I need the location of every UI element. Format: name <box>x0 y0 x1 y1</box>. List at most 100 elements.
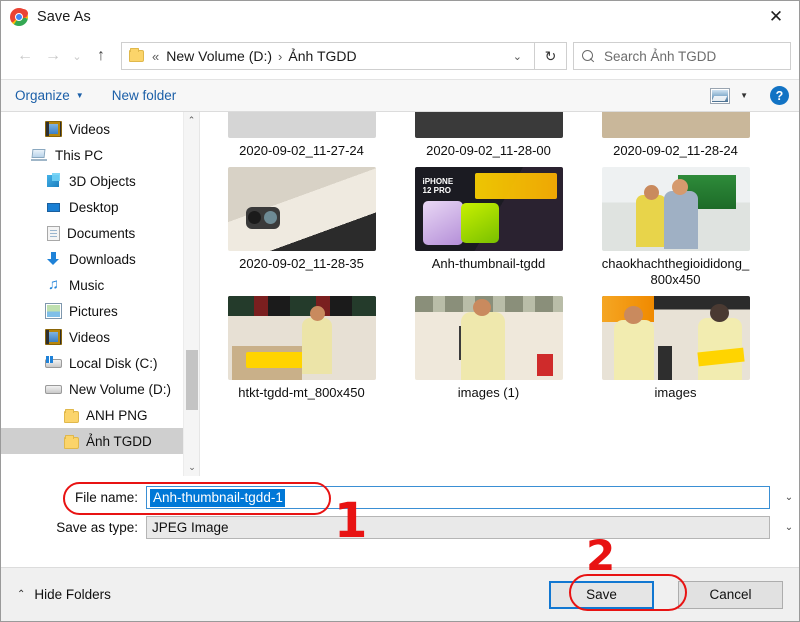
file-row: 2020-09-02_11-28-35 iPHONE 12 PRO Anh-thu… <box>208 167 795 288</box>
sidebar-item-label: ANH PNG <box>86 407 148 423</box>
view-chevron-down-icon[interactable]: ▼ <box>740 91 748 100</box>
scroll-up-icon[interactable]: ⌃ <box>184 112 199 129</box>
file-name-label: images <box>654 385 697 400</box>
search-box[interactable]: Search Ảnh TGDD <box>573 42 791 70</box>
sidebar-item-desktop[interactable]: Desktop <box>1 194 199 220</box>
sidebar-item-anh-png[interactable]: ANH PNG <box>1 402 199 428</box>
sidebar-item-label: Ảnh TGDD <box>86 433 152 449</box>
breadcrumb-overflow-icon[interactable]: « <box>152 49 159 64</box>
filename-input[interactable]: Anh-thumbnail-tgdd-1 <box>146 486 770 509</box>
videos-icon <box>45 329 62 345</box>
file-item[interactable]: images <box>582 296 769 401</box>
sidebar-item-local-disk-c[interactable]: Local Disk (C:) <box>1 350 199 376</box>
breadcrumb-dropdown-icon[interactable]: ⌄ <box>505 50 530 63</box>
file-item[interactable]: images (1) <box>395 296 582 401</box>
up-icon[interactable]: ↑ <box>87 42 115 70</box>
hide-folders-button[interactable]: ⌃ Hide Folders <box>17 587 111 602</box>
file-item[interactable]: htkt-tgdd-mt_800x450 <box>208 296 395 401</box>
save-as-dialog: Save As ✕ ← → ⌄ ↑ « New Volume (D:) › Ản… <box>0 0 800 622</box>
folder-icon <box>64 408 79 423</box>
folder-icon <box>129 48 144 62</box>
filetype-select[interactable]: JPEG Image <box>146 516 770 539</box>
breadcrumb-item-folder[interactable]: Ảnh TGDD <box>288 48 356 64</box>
sidebar-item-label: Music <box>69 277 105 293</box>
view-layout-icon[interactable] <box>710 87 731 104</box>
command-bar: Organize ▼ New folder ▼ ? <box>1 79 799 112</box>
organize-button[interactable]: Organize ▼ <box>15 88 84 103</box>
file-list-pane[interactable]: 2020-09-02_11-27-24 2020-09-02_11-28-00 … <box>200 112 799 476</box>
sidebar-item-label: Pictures <box>69 303 118 319</box>
file-row: htkt-tgdd-mt_800x450 images (1) images <box>208 296 795 401</box>
sidebar-item-music[interactable]: ♫ Music <box>1 272 199 298</box>
help-button[interactable]: ? <box>770 86 789 105</box>
sidebar-item-videos-top[interactable]: Videos <box>1 116 199 142</box>
back-icon[interactable]: ← <box>11 42 39 70</box>
file-name-label: 2020-09-02_11-28-35 <box>239 256 364 271</box>
sidebar-item-new-volume-d[interactable]: New Volume (D:) <box>1 376 199 402</box>
filetype-row: Save as type: JPEG Image ⌄ <box>1 516 799 539</box>
sidebar-item-label: 3D Objects <box>69 173 136 189</box>
file-name-label: htkt-tgdd-mt_800x450 <box>238 385 365 400</box>
file-thumbnail <box>227 167 376 251</box>
navigation-bar: ← → ⌄ ↑ « New Volume (D:) › Ảnh TGDD ⌄ ↻… <box>1 33 799 79</box>
recent-locations-icon[interactable]: ⌄ <box>67 42 87 70</box>
cancel-button[interactable]: Cancel <box>678 580 783 609</box>
annotation-step-1: 1 <box>334 493 368 549</box>
close-button[interactable]: ✕ <box>753 1 799 32</box>
sidebar-scrollbar[interactable]: ⌃ ⌄ <box>183 112 199 476</box>
local-disk-icon <box>45 355 62 371</box>
file-item[interactable]: iPHONE 12 PRO Anh-thumbnail-tgdd <box>395 167 582 288</box>
filetype-label: Save as type: <box>56 520 138 535</box>
drive-icon <box>45 381 62 397</box>
folder-tree: Videos This PC 3D Objects Desktop Docume <box>1 112 199 454</box>
downloads-icon <box>45 251 62 267</box>
forward-icon[interactable]: → <box>39 42 67 70</box>
sidebar-item-3d-objects[interactable]: 3D Objects <box>1 168 199 194</box>
breadcrumb-item-drive[interactable]: New Volume (D:) <box>166 48 272 64</box>
file-item[interactable]: 2020-09-02_11-28-35 <box>208 167 395 288</box>
music-icon: ♫ <box>47 276 60 293</box>
sidebar-item-label: This PC <box>55 147 104 163</box>
search-placeholder: Search Ảnh TGDD <box>604 48 717 64</box>
filename-label: File name: <box>74 490 138 505</box>
file-item[interactable]: 2020-09-02_11-28-24 <box>582 112 769 159</box>
sidebar-item-downloads[interactable]: Downloads <box>1 246 199 272</box>
file-thumbnail <box>601 112 750 138</box>
dialog-footer: ⌃ Hide Folders Save Cancel <box>1 567 799 621</box>
file-thumbnail <box>601 167 750 251</box>
scroll-down-icon[interactable]: ⌄ <box>184 459 199 476</box>
breadcrumb[interactable]: « New Volume (D:) › Ảnh TGDD ⌄ <box>121 42 535 70</box>
sidebar-item-pictures[interactable]: Pictures <box>1 298 199 324</box>
sidebar-item-label: Desktop <box>69 199 119 215</box>
file-name-label: 2020-09-02_11-28-00 <box>426 143 551 158</box>
filename-dropdown-icon[interactable]: ⌄ <box>779 492 799 503</box>
file-item[interactable]: 2020-09-02_11-27-24 <box>208 112 395 159</box>
filetype-dropdown-icon[interactable]: ⌄ <box>779 522 799 533</box>
sidebar-item-videos[interactable]: Videos <box>1 324 199 350</box>
sidebar-item-this-pc[interactable]: This PC <box>1 142 199 168</box>
title-bar: Save As ✕ <box>1 1 799 33</box>
file-thumbnail <box>414 112 563 138</box>
this-pc-icon <box>31 147 48 163</box>
scrollbar-thumb[interactable] <box>186 350 198 410</box>
chrome-icon <box>10 8 28 26</box>
refresh-button[interactable]: ↻ <box>534 42 567 70</box>
sidebar-item-documents[interactable]: Documents <box>1 220 199 246</box>
file-name-label: chaokhachthegioididong_800x450 <box>601 256 750 287</box>
sidebar-item-label: Downloads <box>69 251 136 267</box>
file-row: 2020-09-02_11-27-24 2020-09-02_11-28-00 … <box>208 112 795 159</box>
file-item[interactable]: 2020-09-02_11-28-00 <box>395 112 582 159</box>
sidebar-item-label: Videos <box>69 329 111 345</box>
file-name-label: Anh-thumbnail-tgdd <box>431 256 546 271</box>
breadcrumb-separator-icon: › <box>278 48 283 64</box>
window-title: Save As <box>37 9 91 25</box>
file-name-label: 2020-09-02_11-28-24 <box>613 143 738 158</box>
sidebar-item-anh-tgdd[interactable]: Ảnh TGDD <box>1 428 199 454</box>
documents-icon <box>47 225 60 241</box>
sidebar-item-label: Local Disk (C:) <box>69 355 158 371</box>
file-item[interactable]: chaokhachthegioididong_800x450 <box>582 167 769 288</box>
save-button[interactable]: Save <box>549 580 654 609</box>
file-thumbnail <box>414 296 563 380</box>
new-folder-button[interactable]: New folder <box>112 88 177 103</box>
navigation-pane: Videos This PC 3D Objects Desktop Docume <box>1 112 200 476</box>
